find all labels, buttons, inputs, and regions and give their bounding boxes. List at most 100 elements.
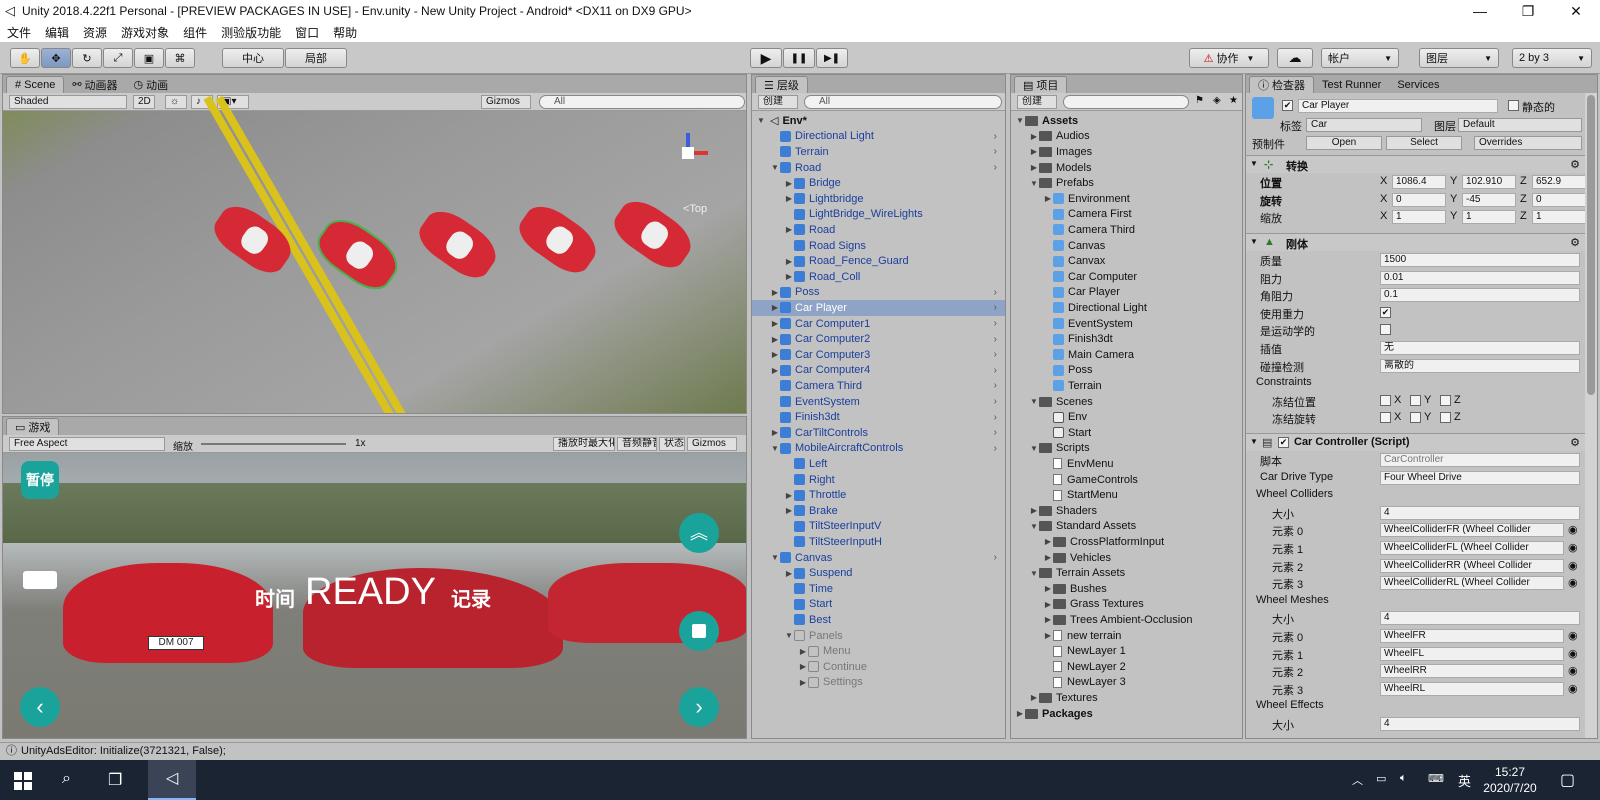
expand-arrow-icon[interactable]: ▶ <box>784 272 794 281</box>
project-row[interactable]: Directional Light <box>1011 300 1242 316</box>
prefab-select-button[interactable]: Select <box>1386 136 1462 150</box>
collapse-arrow-icon[interactable]: ▼ <box>1029 179 1039 188</box>
tab-project[interactable]: ▤ 项目 <box>1014 76 1068 93</box>
expand-arrow-icon[interactable]: ▶ <box>770 350 780 359</box>
object-picker-icon[interactable]: ◉ <box>1568 629 1578 642</box>
hierarchy-row[interactable]: ▶ Car Computer4 › <box>752 363 1005 379</box>
object-picker-icon[interactable]: ◉ <box>1568 523 1578 536</box>
hierarchy-row[interactable]: ▶ Road_Fence_Guard <box>752 253 1005 269</box>
expand-arrow-icon[interactable]: ▶ <box>770 428 780 437</box>
chevron-right-icon[interactable]: › <box>994 380 997 391</box>
shading-dropdown[interactable]: Shaded <box>9 95 127 109</box>
hierarchy-row[interactable]: ▶ Suspend <box>752 565 1005 581</box>
position-y-field[interactable]: 102.910 <box>1462 175 1516 189</box>
hierarchy-row[interactable]: ▶ Road_Coll <box>752 269 1005 285</box>
star-icon[interactable]: ★ <box>1229 95 1238 106</box>
maximize-on-play-button[interactable]: 播放时最大化 <box>553 437 615 451</box>
pause-game-button[interactable]: 暂停 <box>21 461 59 499</box>
hierarchy-row[interactable]: ▶ Continue <box>752 659 1005 675</box>
wheel-collider-field[interactable]: WheelColliderFL (Wheel Collider <box>1380 541 1564 555</box>
project-row[interactable]: Canvas <box>1011 238 1242 254</box>
expand-arrow-icon[interactable]: ▶ <box>1029 506 1039 515</box>
ime-indicator[interactable]: 英 <box>1458 771 1471 790</box>
menu-gameobject[interactable]: 游戏对象 <box>114 24 176 41</box>
expand-arrow-icon[interactable]: ▶ <box>784 225 794 234</box>
project-row[interactable]: ▼ Scenes <box>1011 394 1242 410</box>
tab-services[interactable]: Services <box>1389 76 1447 93</box>
expand-arrow-icon[interactable]: ▶ <box>784 179 794 188</box>
hierarchy-row[interactable]: Best <box>752 612 1005 628</box>
expand-arrow-icon[interactable]: ▶ <box>1029 163 1039 172</box>
project-row[interactable]: EnvMenu <box>1011 456 1242 472</box>
expand-arrow-icon[interactable]: ▶ <box>770 366 780 375</box>
menu-help[interactable]: 帮助 <box>326 24 364 41</box>
settings-gear-icon[interactable]: ⚙ <box>1570 436 1580 449</box>
tab-inspector[interactable]: ⓘ 检查器 <box>1249 76 1314 93</box>
project-row[interactable]: GameControls <box>1011 472 1242 488</box>
rotation-z-field[interactable]: 0 <box>1532 192 1586 207</box>
windows-start-icon[interactable] <box>14 772 32 790</box>
hierarchy-row[interactable]: ▼ Road › <box>752 160 1005 176</box>
scene-root-row[interactable]: ▼ ◁ Env* <box>752 113 1005 129</box>
project-row[interactable]: ▶ Bushes <box>1011 581 1242 597</box>
project-row[interactable]: EventSystem <box>1011 316 1242 332</box>
menu-assets[interactable]: 资源 <box>76 24 114 41</box>
expand-arrow-icon[interactable]: ▶ <box>1043 615 1053 624</box>
chevron-right-icon[interactable]: › <box>994 349 997 360</box>
hierarchy-row[interactable]: ▶ Road <box>752 222 1005 238</box>
project-row[interactable]: Camera Third <box>1011 222 1242 238</box>
freeze-pos-y-checkbox[interactable] <box>1410 394 1421 406</box>
chevron-right-icon[interactable]: › <box>994 162 997 173</box>
scale-x-field[interactable]: 1 <box>1392 210 1446 225</box>
collab-dropdown[interactable]: ⚠ 协作 ▼ <box>1189 48 1269 68</box>
project-row[interactable]: ▶ Trees Ambient-Occlusion <box>1011 612 1242 628</box>
project-row[interactable]: Env <box>1011 409 1242 425</box>
pause-button[interactable]: ❚❚ <box>783 48 815 68</box>
project-row[interactable]: ▼ Terrain Assets <box>1011 565 1242 581</box>
chevron-right-icon[interactable]: › <box>994 443 997 454</box>
rigidbody-prop-field[interactable]: 0.01 <box>1380 270 1580 285</box>
tab-animator[interactable]: ⚯ 动画器 <box>64 76 125 93</box>
menu-edit[interactable]: 编辑 <box>38 24 76 41</box>
project-row[interactable]: ▼ Scripts <box>1011 441 1242 457</box>
scale-z-field[interactable]: 1 <box>1532 210 1586 225</box>
expand-arrow-icon[interactable]: ▶ <box>770 303 780 312</box>
project-row[interactable]: ▶ Models <box>1011 160 1242 176</box>
hierarchy-row[interactable]: ▶ Car Computer2 › <box>752 331 1005 347</box>
expand-arrow-icon[interactable]: ▶ <box>784 569 794 578</box>
use-gravity-checkbox[interactable]: ✔ <box>1380 306 1391 318</box>
project-row[interactable]: NewLayer 1 <box>1011 643 1242 659</box>
stats-button[interactable]: 状态 <box>659 437 685 451</box>
chevron-right-icon[interactable]: › <box>994 302 997 313</box>
rigidbody-header[interactable]: ▼ ▲ 刚体 ⚙ <box>1246 233 1586 251</box>
project-row[interactable]: StartMenu <box>1011 487 1242 503</box>
pivot-center-button[interactable]: 中心 <box>222 48 284 68</box>
tab-test-runner[interactable]: Test Runner <box>1314 76 1389 93</box>
project-row[interactable]: Start <box>1011 425 1242 441</box>
car-model[interactable] <box>512 197 604 281</box>
expand-arrow-icon[interactable]: ▶ <box>1043 600 1053 609</box>
script-field[interactable]: CarController <box>1380 453 1580 467</box>
freeze-rot-y-checkbox[interactable] <box>1410 412 1421 424</box>
tab-scene[interactable]: # Scene <box>6 76 65 93</box>
freeze-pos-x-checkbox[interactable] <box>1380 394 1391 406</box>
hierarchy-row[interactable]: Start <box>752 597 1005 613</box>
layer-dropdown[interactable]: Default <box>1458 118 1582 132</box>
hierarchy-create-dropdown[interactable]: 创建 <box>758 95 798 109</box>
menu-file[interactable]: 文件 <box>0 24 38 41</box>
collapse-arrow-icon[interactable]: ▼ <box>1029 397 1039 406</box>
project-row[interactable]: ▶ CrossPlatformInput <box>1011 534 1242 550</box>
collapse-arrow-icon[interactable]: ▼ <box>1029 444 1039 453</box>
project-row[interactable]: ▶ new terrain <box>1011 628 1242 644</box>
hierarchy-row[interactable]: ▶ CarTiltControls › <box>752 425 1005 441</box>
rotate-tool-icon[interactable]: ↻ <box>72 48 102 68</box>
hierarchy-row[interactable]: LightBridge_WireLights <box>752 207 1005 223</box>
volume-icon[interactable]: 🔈︎ <box>1400 772 1407 785</box>
maximize-button[interactable]: ❐ <box>1504 3 1552 20</box>
keyboard-icon[interactable]: ⌨ <box>1428 772 1444 785</box>
expand-arrow-icon[interactable]: ▶ <box>784 506 794 515</box>
wheel-effects-size-field[interactable]: 4 <box>1380 717 1580 731</box>
hierarchy-row[interactable]: Right <box>752 472 1005 488</box>
expand-arrow-icon[interactable]: ▶ <box>784 194 794 203</box>
project-row[interactable]: ▶ Textures <box>1011 690 1242 706</box>
